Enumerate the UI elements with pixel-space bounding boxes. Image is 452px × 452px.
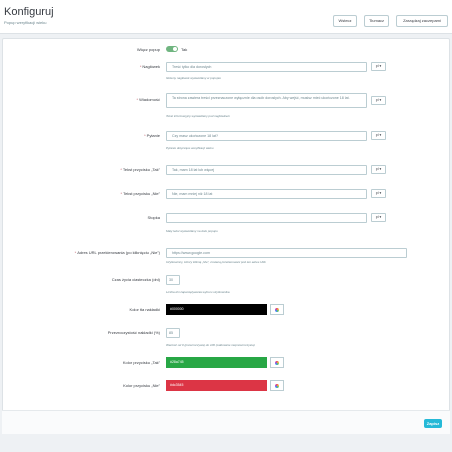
question-label: *Pytanie xyxy=(144,133,160,138)
no-color-input[interactable]: #dc3545 xyxy=(166,380,267,391)
message-label-text: Wiadomość xyxy=(139,97,160,102)
yes-color-picker-button[interactable] xyxy=(270,357,284,368)
color-wheel-icon xyxy=(275,308,279,312)
message-textarea[interactable]: Ta strona zawiera treści przeznaczone wy… xyxy=(166,93,367,108)
overlay-opacity-input[interactable]: 85 xyxy=(166,328,180,338)
footer-text-lang-select[interactable]: pl ▾ xyxy=(371,213,386,222)
footer-text-input[interactable] xyxy=(166,213,367,223)
color-wheel-icon xyxy=(275,384,279,388)
question-input[interactable]: Czy masz ukończone 18 lat? xyxy=(166,131,367,141)
overlay-opacity-help: Wartość od 0 (przezroczysta) do 100 (cał… xyxy=(166,343,255,347)
redirect-url-help: Użytkownicy, którzy kliknią „Nie”, zosta… xyxy=(166,260,267,264)
heading-label: *Nagłówek xyxy=(139,64,160,69)
translate-button[interactable]: Tłumacz xyxy=(364,15,389,27)
yes-text-label-text: Tekst przycisku „Tak” xyxy=(122,167,160,172)
heading-lang-select[interactable]: pl ▾ xyxy=(371,62,386,71)
panel-footer xyxy=(2,410,450,434)
footer-text-help: Mały tekst wyświetlany na dole popupu xyxy=(166,229,218,233)
enable-popup-label: Włącz popup xyxy=(136,47,160,52)
save-button[interactable]: Zapisz xyxy=(424,419,442,428)
footer-text-label: Stopka xyxy=(147,215,160,220)
heading-input[interactable]: Treść tylko dla dorosłych xyxy=(166,62,367,72)
back-button[interactable]: Wstecz xyxy=(333,15,357,27)
yes-text-input[interactable]: Tak, mam 18 lat lub więcej xyxy=(166,165,367,175)
toggle-knob xyxy=(173,47,177,51)
no-color-label: Kolor przycisku „Nie” xyxy=(123,383,160,388)
yes-text-label: *Tekst przycisku „Tak” xyxy=(120,167,160,172)
message-label: *Wiadomość xyxy=(136,97,160,102)
no-color-picker-button[interactable] xyxy=(270,380,284,391)
overlay-color-picker-button[interactable] xyxy=(270,304,284,315)
question-lang-select[interactable]: pl ▾ xyxy=(371,131,386,140)
question-label-text: Pytanie xyxy=(146,133,160,138)
page-title: Konfiguruj xyxy=(4,6,54,18)
enable-popup-toggle[interactable] xyxy=(166,46,178,52)
overlay-color-input[interactable]: #000000 xyxy=(166,304,267,315)
color-wheel-icon xyxy=(275,361,279,365)
yes-text-lang-select[interactable]: pl ▾ xyxy=(371,165,386,174)
message-lang-select[interactable]: pl ▾ xyxy=(371,96,386,105)
heading-label-text: Nagłówek xyxy=(142,64,160,69)
yes-color-input[interactable]: #28a745 xyxy=(166,357,267,368)
redirect-url-label-text: Adres URL przekierowania (po kliknięciu … xyxy=(77,250,160,255)
page-header: Konfiguruj Popup weryfikacji wieku Wstec… xyxy=(0,0,452,34)
cookie-lifetime-input[interactable]: 30 xyxy=(166,275,180,285)
no-text-label-text: Tekst przycisku „Nie” xyxy=(123,191,160,196)
no-text-label: *Tekst przycisku „Nie” xyxy=(120,191,160,196)
cookie-lifetime-label: Czas życia ciasteczka (dni) xyxy=(111,277,160,282)
message-help: Tekst informacyjny wyświetlany pod nagłó… xyxy=(166,114,231,118)
redirect-url-label: *Adres URL przekierowania (po kliknięciu… xyxy=(74,250,160,255)
yes-color-label: Kolor przycisku „Tak” xyxy=(122,360,160,365)
manage-hooks-button[interactable]: Zarządzaj zaczepami xyxy=(396,15,448,27)
no-text-input[interactable]: Nie, mam mniej niż 18 lat xyxy=(166,189,367,199)
redirect-url-input[interactable]: https://www.google.com xyxy=(166,248,407,258)
no-text-lang-select[interactable]: pl ▾ xyxy=(371,189,386,198)
heading-help: Główny nagłówek wyświetlany w popupie xyxy=(166,76,221,80)
page-subtitle: Popup weryfikacji wieku xyxy=(4,20,47,25)
question-help: Pytanie dotyczące weryfikacji wieku xyxy=(166,146,214,150)
enable-popup-value: Tak xyxy=(181,47,188,52)
cookie-lifetime-help: Liczba dni zapamiętywania wyboru użytkow… xyxy=(166,290,230,294)
overlay-opacity-label: Przezroczystość nakładki (%) xyxy=(107,330,160,335)
overlay-color-label: Kolor tła nakładki xyxy=(129,307,160,312)
